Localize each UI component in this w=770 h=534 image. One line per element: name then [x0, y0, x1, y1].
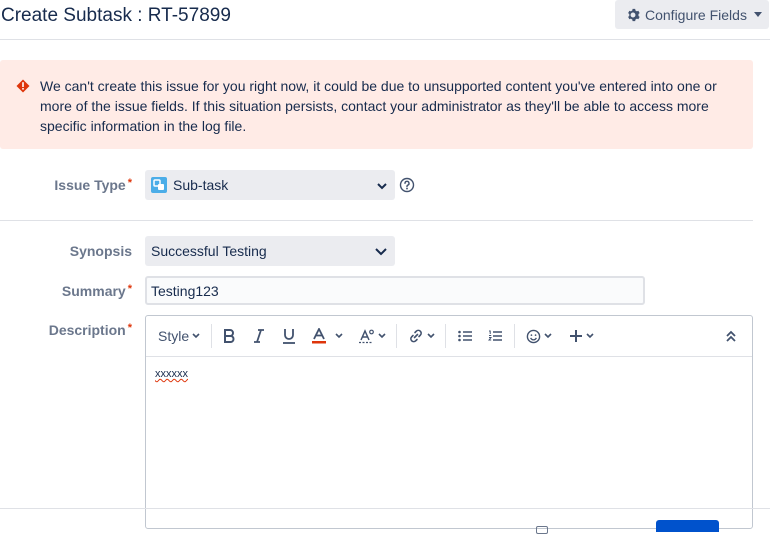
chevron-down-icon — [544, 333, 552, 339]
link-icon — [408, 328, 424, 344]
chevron-down-icon — [378, 333, 386, 339]
issue-type-value: Sub-task — [173, 177, 229, 193]
link-dropdown[interactable] — [408, 326, 435, 346]
description-text: xxxxxx — [155, 368, 188, 380]
required-marker: * — [127, 283, 132, 295]
more-formatting-dropdown[interactable] — [359, 326, 386, 346]
synopsis-select[interactable]: Successful Testing — [145, 236, 395, 266]
synopsis-label: Synopsis — [69, 243, 132, 259]
create-button[interactable] — [656, 520, 719, 532]
toolbar-separator — [445, 324, 446, 348]
synopsis-value: Successful Testing — [151, 243, 267, 259]
required-marker: * — [127, 177, 132, 189]
emoji-icon — [526, 329, 541, 344]
configure-fields-label: Configure Fields — [645, 6, 747, 23]
text-color-icon — [312, 328, 326, 344]
error-message: We can't create this issue for you right… — [0, 60, 753, 149]
collapse-toolbar-button[interactable] — [726, 326, 736, 346]
error-icon — [16, 78, 30, 98]
create-another-checkbox[interactable] — [536, 526, 548, 534]
bullet-list-icon — [458, 330, 472, 342]
summary-label: Summary * — [61, 283, 132, 299]
style-label: Style — [158, 328, 190, 344]
underline-icon — [282, 328, 296, 344]
issue-type-select[interactable]: Sub-task — [145, 170, 395, 200]
underline-button[interactable] — [282, 326, 296, 346]
chevron-down-icon — [335, 333, 343, 339]
bold-icon — [223, 329, 235, 343]
summary-input[interactable] — [145, 276, 645, 305]
dialog-header: Create Subtask : RT-57899 Configure Fiel… — [0, 0, 770, 40]
help-icon[interactable] — [399, 177, 415, 198]
caret-down-icon — [753, 12, 762, 17]
chevron-down-icon — [586, 333, 594, 339]
toolbar-separator — [396, 324, 397, 348]
insert-dropdown[interactable] — [569, 326, 594, 346]
editor-toolbar: Style — [146, 316, 752, 357]
description-label: Description * — [48, 322, 132, 338]
emoji-dropdown[interactable] — [526, 326, 552, 346]
error-text: We can't create this issue for you right… — [40, 78, 717, 134]
toolbar-separator — [211, 324, 212, 348]
description-editor[interactable]: Style xxxxxx — [145, 315, 753, 529]
subtask-icon — [151, 177, 167, 193]
page-title: Create Subtask : RT-57899 — [1, 5, 231, 26]
chevron-down-icon — [427, 333, 435, 339]
configure-fields-button[interactable]: Configure Fields — [615, 0, 769, 29]
plus-icon — [569, 329, 583, 343]
section-divider — [0, 220, 753, 221]
gear-icon — [626, 8, 640, 22]
chevron-down-icon — [375, 243, 387, 259]
toolbar-separator — [514, 324, 515, 348]
style-dropdown[interactable]: Style — [158, 326, 200, 346]
chevron-down-icon — [377, 177, 387, 193]
text-color-dropdown[interactable] — [312, 326, 343, 346]
chevron-down-icon — [192, 333, 200, 339]
bullet-list-button[interactable] — [458, 326, 472, 346]
issue-type-label: Issue Type * — [54, 177, 132, 193]
more-formatting-icon — [359, 328, 375, 344]
double-chevron-up-icon — [726, 330, 736, 342]
numbered-list-icon — [488, 330, 502, 342]
required-marker: * — [127, 322, 132, 334]
numbered-list-button[interactable] — [488, 326, 502, 346]
italic-button[interactable] — [253, 326, 265, 346]
bold-button[interactable] — [223, 326, 235, 346]
italic-icon — [253, 329, 265, 343]
footer-divider — [0, 508, 770, 509]
